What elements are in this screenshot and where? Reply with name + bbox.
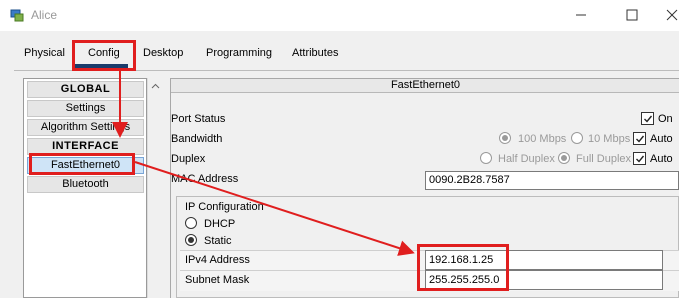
duplex-half-radio[interactable] (480, 152, 492, 164)
tab-programming[interactable]: Programming (206, 47, 272, 59)
duplex-auto-checkbox[interactable] (633, 152, 646, 165)
port-status-on-checkbox[interactable] (641, 112, 654, 125)
bandwidth-auto-label: Auto (650, 133, 673, 145)
sidebar-item-settings[interactable]: Settings (27, 100, 144, 117)
ip-fields-highlight (417, 244, 509, 291)
checkmark-icon (636, 155, 645, 163)
subnet-mask-label: Subnet Mask (185, 274, 250, 286)
duplex-full-radio[interactable] (558, 152, 570, 164)
config-tab-highlight (72, 40, 136, 71)
minimize-icon[interactable] (571, 6, 591, 24)
ip-configuration-title: IP Configuration (185, 201, 264, 213)
tab-desktop[interactable]: Desktop (143, 47, 183, 59)
mac-address-label: MAC Address (171, 173, 239, 185)
duplex-auto-label: Auto (650, 153, 673, 165)
tab-physical[interactable]: Physical (24, 47, 65, 59)
checkmark-icon (644, 115, 653, 123)
bandwidth-label: Bandwidth (171, 133, 223, 145)
fastethernet0-highlight (29, 153, 135, 175)
duplex-half-label: Half Duplex (498, 153, 555, 165)
port-status-on-label: On (658, 113, 673, 125)
config-sidebar: GLOBAL Settings Algorithm Settings INTER… (23, 78, 147, 298)
static-label: Static (204, 235, 232, 247)
bandwidth-100-label: 100 Mbps (518, 133, 567, 145)
sidebar-section-global: GLOBAL (27, 81, 144, 98)
maximize-icon[interactable] (622, 6, 642, 24)
window-title: Alice (31, 8, 58, 22)
mac-address-field[interactable]: 0090.2B28.7587 (425, 171, 679, 190)
duplex-label: Duplex (171, 153, 206, 165)
bandwidth-100-radio[interactable] (499, 132, 511, 144)
packet-tracer-icon (10, 9, 24, 22)
bandwidth-10-label: 10 Mbps (588, 133, 631, 145)
bandwidth-auto-checkbox[interactable] (633, 132, 646, 145)
ipv4-address-label: IPv4 Address (185, 254, 250, 266)
dhcp-label: DHCP (204, 218, 236, 230)
sidebar-item-bluetooth[interactable]: Bluetooth (27, 176, 144, 193)
close-icon[interactable] (663, 6, 679, 24)
static-radio[interactable] (185, 234, 197, 246)
dhcp-radio[interactable] (185, 217, 197, 229)
port-status-label: Port Status (171, 113, 226, 125)
scroll-up-icon[interactable] (151, 83, 160, 89)
sidebar-scrollbar[interactable] (147, 78, 162, 298)
panel-title: FastEthernet0 (171, 79, 679, 93)
tab-attributes[interactable]: Attributes (292, 47, 338, 59)
sidebar-item-algorithm-settings[interactable]: Algorithm Settings (27, 119, 144, 136)
title-bar: Alice (0, 0, 679, 31)
duplex-full-label: Full Duplex (576, 153, 632, 165)
bandwidth-10-radio[interactable] (571, 132, 583, 144)
checkmark-icon (636, 135, 645, 143)
